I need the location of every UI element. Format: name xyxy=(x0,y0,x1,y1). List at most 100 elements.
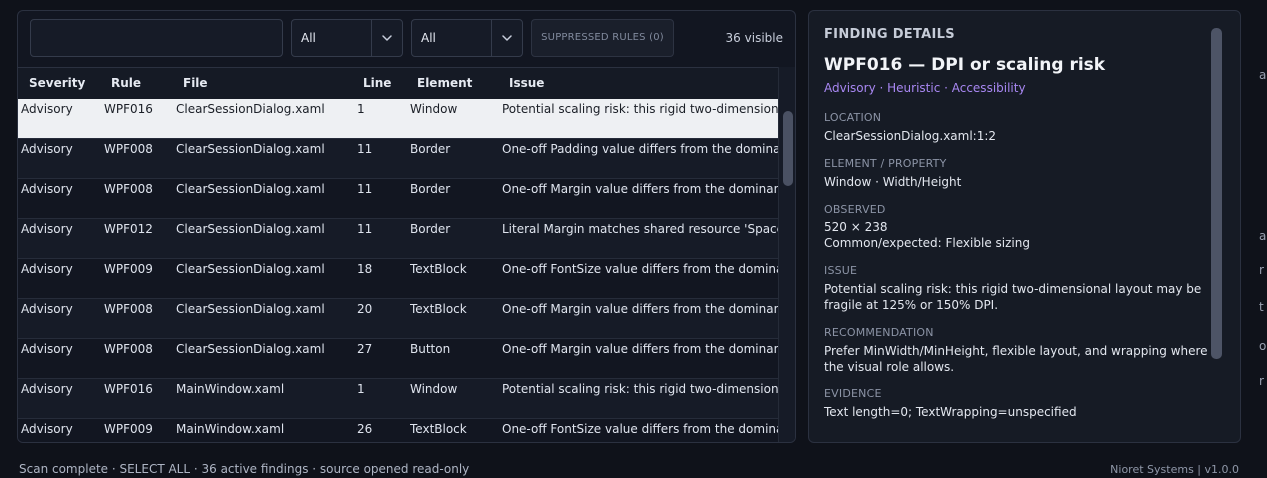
cell-rule: WPF009 xyxy=(104,262,153,276)
cell-severity: Advisory xyxy=(21,422,73,436)
edge-glyph: r xyxy=(1259,374,1264,388)
search-input[interactable] xyxy=(30,19,283,57)
table-row[interactable]: Advisory WPF008 ClearSessionDialog.xaml 11 B… xyxy=(18,139,778,179)
element-property-value: Window · Width/Height xyxy=(824,175,962,189)
table-scrollbar[interactable] xyxy=(778,67,795,442)
edge-glyph: a xyxy=(1259,229,1267,243)
cell-severity: Advisory xyxy=(21,182,73,196)
findings-panel: All All SUPPRESSED RULES (0) 36 visible … xyxy=(17,10,796,443)
cell-element: Border xyxy=(410,182,451,196)
cell-line: 27 xyxy=(357,342,373,356)
finding-title: WPF016 — DPI or scaling risk xyxy=(824,55,1106,75)
cell-file: MainWindow.xaml xyxy=(176,422,285,436)
cell-issue: Potential scaling risk: this rigid two-d… xyxy=(502,382,778,396)
edge-glyph: o xyxy=(1259,339,1267,353)
edge-glyph: a xyxy=(1259,68,1267,82)
table-row[interactable]: Advisory WPF009 MainWindow.xaml 26 TextBlock… xyxy=(18,419,778,442)
visible-count-label: 36 visible xyxy=(725,31,783,45)
cell-severity: Advisory xyxy=(21,102,73,116)
cell-line: 26 xyxy=(357,422,373,436)
cell-line: 11 xyxy=(357,182,373,196)
column-header-rule[interactable]: Rule xyxy=(111,68,141,99)
location-value: ClearSessionDialog.xaml:1:2 xyxy=(824,129,997,143)
observed-label: OBSERVED xyxy=(824,203,886,216)
table-scrollbar-thumb[interactable] xyxy=(783,111,793,186)
severity-filter-value: All xyxy=(301,31,316,45)
table-row[interactable]: Advisory WPF008 ClearSessionDialog.xaml 11 B… xyxy=(18,179,778,219)
finding-tags: Advisory · Heuristic · Accessibility xyxy=(824,81,1026,95)
cell-issue: One-off FontSize value differs from the … xyxy=(502,262,778,276)
cell-issue: One-off FontSize value differs from the … xyxy=(502,422,778,436)
cell-rule: WPF009 xyxy=(104,422,153,436)
column-header-severity[interactable]: Severity xyxy=(29,68,85,99)
cell-element: Button xyxy=(410,342,451,356)
cell-element: Window xyxy=(410,382,458,396)
cell-issue: Potential scaling risk: this rigid two-d… xyxy=(502,102,778,116)
observed-value: 520 × 238 xyxy=(824,220,888,234)
issue-label: ISSUE xyxy=(824,264,858,277)
cell-element: TextBlock xyxy=(410,422,467,436)
details-scrollbar-thumb[interactable] xyxy=(1211,28,1222,359)
cell-severity: Advisory xyxy=(21,342,73,356)
cell-rule: WPF008 xyxy=(104,302,153,316)
cell-issue: Literal Margin matches shared resource '… xyxy=(502,222,778,236)
cell-line: 1 xyxy=(357,382,365,396)
column-header-file[interactable]: File xyxy=(183,68,208,99)
cell-issue: One-off Padding value differs from the d… xyxy=(502,142,778,156)
cell-severity: Advisory xyxy=(21,382,73,396)
status-bar-text: Scan complete · SELECT ALL · 36 active f… xyxy=(19,462,470,476)
severity-filter-select[interactable]: All xyxy=(291,19,403,57)
chevron-down-icon xyxy=(502,35,512,41)
category-filter-value: All xyxy=(421,31,436,45)
cell-rule: WPF008 xyxy=(104,182,153,196)
table-row[interactable]: Advisory WPF012 ClearSessionDialog.xaml 11 B… xyxy=(18,219,778,259)
cell-line: 20 xyxy=(357,302,373,316)
issue-value: Potential scaling risk: this rigid two-d… xyxy=(824,282,1202,312)
table-row[interactable]: Advisory WPF008 ClearSessionDialog.xaml 27 B… xyxy=(18,339,778,379)
table-row[interactable]: Advisory WPF016 MainWindow.xaml 1 Window Pote… xyxy=(18,379,778,419)
column-header-line[interactable]: Line xyxy=(363,68,391,99)
finding-details-panel: FINDING DETAILS WPF016 — DPI or scaling … xyxy=(808,10,1241,443)
cell-rule: WPF016 xyxy=(104,382,153,396)
table-body: Advisory WPF016 ClearSessionDialog.xaml 1 Wi… xyxy=(18,99,778,442)
recommendation-label: RECOMMENDATION xyxy=(824,326,934,339)
cell-severity: Advisory xyxy=(21,222,73,236)
cell-element: Border xyxy=(410,222,451,236)
cell-line: 11 xyxy=(357,142,373,156)
edge-glyph: t xyxy=(1259,300,1264,314)
table-row[interactable]: Advisory WPF009 ClearSessionDialog.xaml 18 T… xyxy=(18,259,778,299)
suppressed-rules-button[interactable]: SUPPRESSED RULES (0) xyxy=(531,19,674,57)
category-filter-select[interactable]: All xyxy=(411,19,523,57)
cell-severity: Advisory xyxy=(21,302,73,316)
table-row[interactable]: Advisory WPF008 ClearSessionDialog.xaml 20 T… xyxy=(18,299,778,339)
cell-element: Window xyxy=(410,102,458,116)
table-header: Severity Rule File Line Element Issue xyxy=(18,68,778,99)
evidence-value: Text length=0; TextWrapping=unspecified xyxy=(824,405,1077,419)
cell-severity: Advisory xyxy=(21,142,73,156)
cell-file: MainWindow.xaml xyxy=(176,382,285,396)
cell-line: 18 xyxy=(357,262,373,276)
cell-issue: One-off Margin value differs from the do… xyxy=(502,302,778,316)
select-divider xyxy=(371,20,372,56)
cell-element: TextBlock xyxy=(410,302,467,316)
cell-file: ClearSessionDialog.xaml xyxy=(176,222,325,236)
details-heading: FINDING DETAILS xyxy=(824,27,955,42)
column-header-issue[interactable]: Issue xyxy=(509,68,544,99)
location-label: LOCATION xyxy=(824,111,882,124)
evidence-label: EVIDENCE xyxy=(824,387,882,400)
cell-line: 11 xyxy=(357,222,373,236)
recommendation-value: Prefer MinWidth/MinHeight, flexible layo… xyxy=(824,344,1208,374)
cell-rule: WPF012 xyxy=(104,222,153,236)
cell-file: ClearSessionDialog.xaml xyxy=(176,142,325,156)
observed-expected: Common/expected: Flexible sizing xyxy=(824,236,1030,250)
cell-rule: WPF008 xyxy=(104,342,153,356)
column-header-element[interactable]: Element xyxy=(417,68,472,99)
table-row[interactable]: Advisory WPF016 ClearSessionDialog.xaml 1 Wi… xyxy=(18,99,778,139)
cell-rule: WPF008 xyxy=(104,142,153,156)
cell-element: TextBlock xyxy=(410,262,467,276)
element-property-label: ELEMENT / PROPERTY xyxy=(824,157,947,170)
filter-toolbar: All All SUPPRESSED RULES (0) 36 visible xyxy=(18,11,795,67)
select-divider xyxy=(491,20,492,56)
cell-line: 1 xyxy=(357,102,365,116)
cell-issue: One-off Margin value differs from the do… xyxy=(502,342,778,356)
